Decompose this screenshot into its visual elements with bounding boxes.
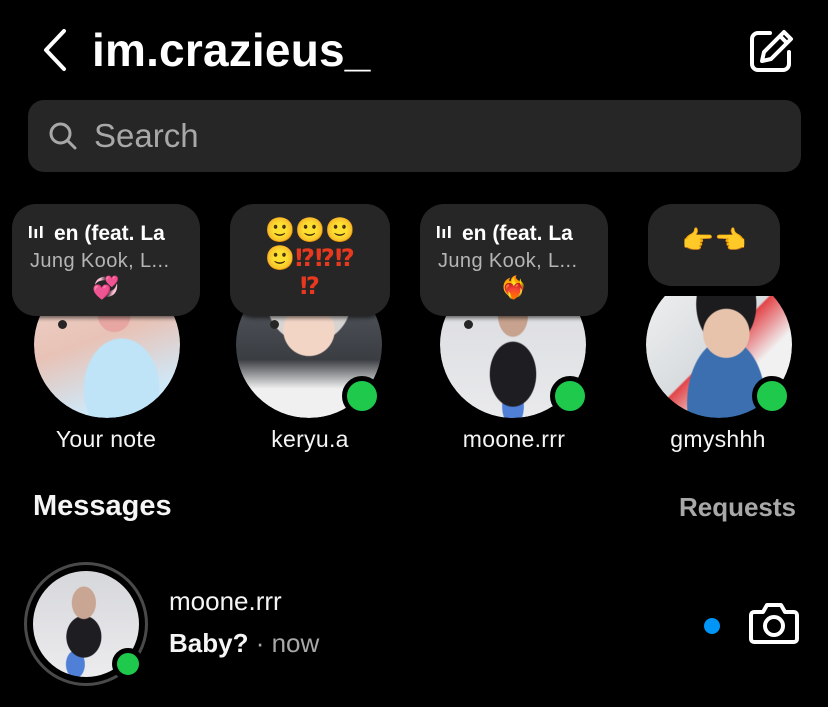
note-song: en (feat. La (54, 222, 165, 245)
note-item-keryu-a[interactable]: 🙂🙂🙂 🙂⁉⁉⁉ ⁉ keryu.a (210, 200, 410, 470)
messages-title: Messages (33, 490, 172, 522)
online-status-dot (752, 376, 792, 416)
note-song: en (feat. La (462, 222, 573, 245)
note-item-gmyshhh[interactable]: 👉👈 gmyshhh (618, 200, 818, 470)
online-status-dot (112, 648, 144, 680)
compose-edit-icon (750, 30, 793, 72)
note-artist: Jung Kook, L... (30, 250, 170, 272)
camera-icon (749, 603, 799, 644)
note-item-your-note[interactable]: en (feat. La Jung Kook, L... 💞 Your note (6, 200, 206, 470)
search-input[interactable] (92, 116, 736, 156)
online-status-dot (342, 376, 382, 416)
camera-button[interactable] (748, 600, 800, 646)
thread-username: moone.rrr (169, 586, 282, 616)
music-bars-icon (436, 222, 454, 246)
note-bubble[interactable]: 👉👈 (648, 204, 780, 286)
note-text-line-3: ⁉ (300, 272, 320, 300)
note-bubble[interactable]: en (feat. La Jung Kook, L... 💞 (12, 204, 200, 316)
search-icon (48, 121, 78, 151)
note-bubble-tail (58, 320, 67, 329)
note-artist: Jung Kook, L... (438, 250, 578, 272)
back-button[interactable] (40, 28, 70, 72)
note-bubble[interactable]: 🙂🙂🙂 🙂⁉⁉⁉ ⁉ (230, 204, 390, 316)
note-item-moone-rrr[interactable]: en (feat. La Jung Kook, L... ❤‍🔥 moone.r… (414, 200, 614, 470)
unread-dot (704, 618, 720, 634)
note-text: 👉👈 (681, 226, 747, 256)
search-bar[interactable] (28, 100, 801, 172)
note-bubble[interactable]: en (feat. La Jung Kook, L... ❤‍🔥 (420, 204, 608, 316)
note-bubble-tail (464, 320, 473, 329)
note-text-line-2: 🙂⁉⁉⁉ (265, 244, 355, 272)
thread-preview: Baby? (169, 628, 249, 658)
online-status-dot (550, 376, 590, 416)
note-username: Your note (55, 426, 157, 452)
note-username: keryu.a (271, 426, 349, 452)
note-emoji: 💞 (92, 276, 120, 301)
chevron-left-icon (44, 29, 66, 71)
new-message-button[interactable] (746, 26, 796, 76)
note-emoji: ❤‍🔥 (500, 276, 528, 301)
requests-link[interactable]: Requests (679, 492, 796, 523)
music-bars-icon (28, 222, 46, 246)
note-bubble-tail (270, 320, 279, 329)
note-username: moone.rrr (462, 426, 566, 452)
note-username: gmyshhh (670, 426, 766, 452)
thread-row[interactable]: moone.rrr Baby? · now (0, 556, 828, 696)
account-title[interactable]: im.crazieus_ (92, 22, 371, 78)
note-text-line-1: 🙂🙂🙂 (265, 216, 355, 244)
thread-time: · now (248, 628, 320, 658)
direct-inbox-screen: im.crazieus_ en (feat. La Jun (0, 0, 828, 707)
